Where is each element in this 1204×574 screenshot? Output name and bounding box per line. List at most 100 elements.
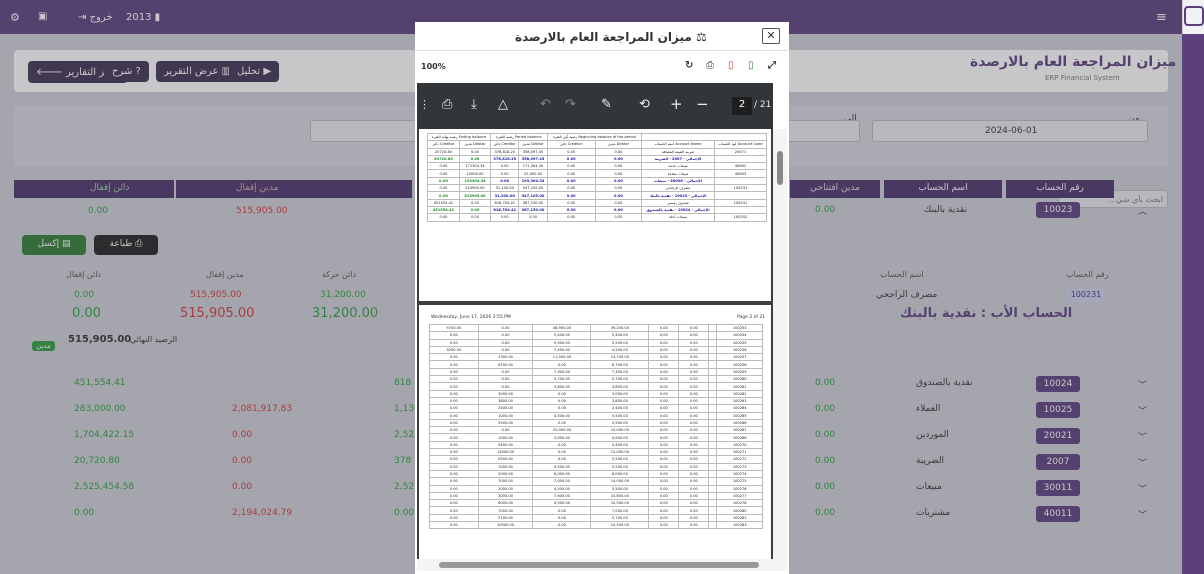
print-pdf-icon[interactable]: ⎙ — [442, 97, 452, 112]
zoom-in-icon[interactable]: + — [670, 95, 683, 113]
table-cell: 0.00 — [678, 448, 710, 457]
excel-export-icon[interactable]: ▯ — [748, 60, 754, 71]
hscroll-thumb[interactable] — [439, 562, 759, 568]
table-cell — [708, 418, 718, 428]
table-cell: 2400.00 — [477, 404, 534, 413]
table-cell: 0.00 — [427, 191, 460, 200]
table-cell: 0.00 — [648, 433, 680, 442]
table-cell — [708, 440, 718, 450]
table-cell: 0.00 — [429, 513, 479, 523]
table-row: 0.00 7000.00 7,000.00 14,000.00 0.00 0.00 1002… — [429, 477, 763, 486]
app-logo[interactable] — [1184, 6, 1204, 26]
close-icon[interactable]: ✕ — [762, 28, 780, 44]
table-cell: 5,400.00 — [532, 331, 592, 340]
table-cell: 0.00 — [427, 162, 460, 171]
table-cell — [708, 513, 718, 523]
table-cell: 0.00 — [594, 191, 643, 200]
fullscreen-icon[interactable]: ⤢ — [768, 60, 776, 71]
table-cell: 0.00 — [678, 404, 710, 413]
horizontal-scrollbar[interactable] — [417, 559, 787, 571]
table-cell: 6700.00 — [477, 360, 534, 369]
table-row: 0.00 1000.00 3,900.00 4,900.00 0.00 0.00 10026… — [429, 433, 763, 442]
table-row: 0.00 0.00 3,800.00 3,800.00 0.00 0.00 100261 — [429, 382, 763, 391]
download-icon[interactable]: ⤓ — [471, 97, 477, 112]
table-cell: 14,000.00 — [590, 477, 650, 486]
drive-icon[interactable]: △ — [498, 97, 508, 112]
table-cell: 2300.00 — [477, 353, 534, 362]
table-cell: 10,000.00 — [532, 426, 592, 435]
table-cell: 0.00 — [648, 331, 680, 340]
table-cell: 0.00 — [477, 375, 534, 384]
table-cell: 0.00 — [532, 448, 592, 457]
table-cell — [708, 477, 718, 486]
table-cell: 0.00 — [477, 323, 534, 333]
table-cell: 0.00 — [477, 382, 534, 391]
table-cell: 0.00 — [546, 198, 596, 207]
pdf-viewer[interactable]: ⋮ ⎙ ⤓ △ ↶ ↷ ✎ ⟲ + − 2 / 21 رصيد نهاية ال… — [417, 83, 773, 559]
rotate-icon[interactable]: ⟲ — [639, 97, 650, 112]
table-cell: 100257 — [716, 353, 763, 362]
zoom-out-icon[interactable]: − — [696, 95, 709, 113]
table-cell: 0.00 — [427, 184, 460, 193]
table-cell: 11,500.00 — [532, 353, 592, 362]
table-cell: 193304.34 — [458, 176, 492, 186]
table-cell: 100264 — [716, 404, 763, 413]
table-cell: مصرف الراجحي — [641, 184, 715, 193]
table-cell: ضريبة القيمة المضافة — [641, 147, 715, 156]
table-cell: 0.00 — [429, 469, 479, 479]
table-cell: 4,500.00 — [532, 462, 592, 471]
table-cell: 0.00 — [678, 440, 710, 450]
table-cell: 0.00 — [678, 462, 710, 471]
pdf-export-icon[interactable]: ▯ — [728, 60, 734, 71]
table-cell: 0.00 — [678, 484, 710, 493]
table-cell: 20720.80 — [427, 154, 460, 164]
table-cell: 0.00 — [678, 513, 710, 523]
page-number-input[interactable]: 2 — [732, 97, 752, 115]
table-cell: 0.00 — [429, 404, 479, 413]
table-cell: 171304.34 — [458, 162, 492, 171]
table-row: 0.00 2000.00 6,000.00 8,000.00 0.00 0.00 10027… — [429, 469, 763, 479]
table-cell: 0.00 — [648, 345, 680, 355]
undo-icon[interactable]: ↶ — [540, 97, 551, 112]
table-cell: 6000.00 — [477, 499, 534, 508]
table-cell: 100272 — [716, 455, 763, 464]
table-cell: 0.00 — [532, 440, 592, 450]
table-cell: 515905.00 — [458, 184, 492, 193]
table-cell: 7,300.00 — [590, 367, 650, 377]
page-total: / 21 — [754, 100, 772, 110]
table-cell: 0.00 — [678, 375, 710, 384]
table-cell: 0.00 — [532, 360, 592, 369]
group-header: رصيد أول الفترة Beginning balance of the… — [546, 132, 643, 142]
table-cell: 100278 — [716, 499, 763, 508]
table-cell: 1000.00 — [477, 411, 534, 420]
table-cell: 0.00 — [648, 404, 680, 413]
table-row: 0.00 3800.00 0.00 3,800.00 0.00 0.00 100263 — [429, 396, 763, 406]
scroll-thumb[interactable] — [777, 151, 783, 185]
table-cell: 7,600.00 — [532, 491, 592, 501]
table-cell: 451554.41 — [427, 198, 460, 207]
redo-icon[interactable]: ↷ — [565, 97, 576, 112]
table-cell: 0.00 — [594, 176, 643, 186]
refresh-icon[interactable]: ↻ — [685, 60, 693, 71]
table-cell: 8,000.00 — [590, 469, 650, 479]
table-cell: 100262 — [716, 389, 763, 398]
table-cell: 0.00 — [594, 198, 643, 207]
more-options-icon[interactable]: ⋮ — [419, 98, 430, 111]
column-header: دائن Creditor — [546, 140, 596, 149]
table-row: 451554.41 0.00 818,704.41 367,150.00 0.00 0.0… — [427, 198, 768, 207]
annotate-icon[interactable]: ✎ — [601, 97, 612, 112]
table-row: 0.00 22000.00 0.00 22,000.00 0.00 0.00 مبيعات … — [427, 169, 768, 178]
table-cell: 100254 — [716, 331, 763, 340]
table-cell: 5,400.00 — [590, 331, 650, 340]
printer-icon[interactable]: ⎙ — [706, 60, 714, 71]
table-cell: 0.00 — [477, 338, 534, 347]
table-cell: 0.00 — [429, 506, 479, 515]
table-cell: 20720.80 — [427, 147, 460, 156]
table-row: 9700.00 0.00 48,900.00 39,200.00 0.00 0.00 100… — [429, 323, 763, 333]
table-row: 20720.80 0.00 378,818.25 358,097.45 0.00 0.00… — [427, 147, 768, 156]
table-row: 0.00 0.00 5,700.00 5,700.00 0.00 0.00 100260 — [429, 375, 763, 384]
vertical-scrollbar[interactable] — [773, 129, 787, 559]
table-row: 0.00 193304.34 0.00 193,304.34 0.00 0.00 الإجم… — [427, 176, 768, 186]
table-cell: 0.00 — [678, 491, 710, 501]
table-cell — [708, 345, 718, 355]
